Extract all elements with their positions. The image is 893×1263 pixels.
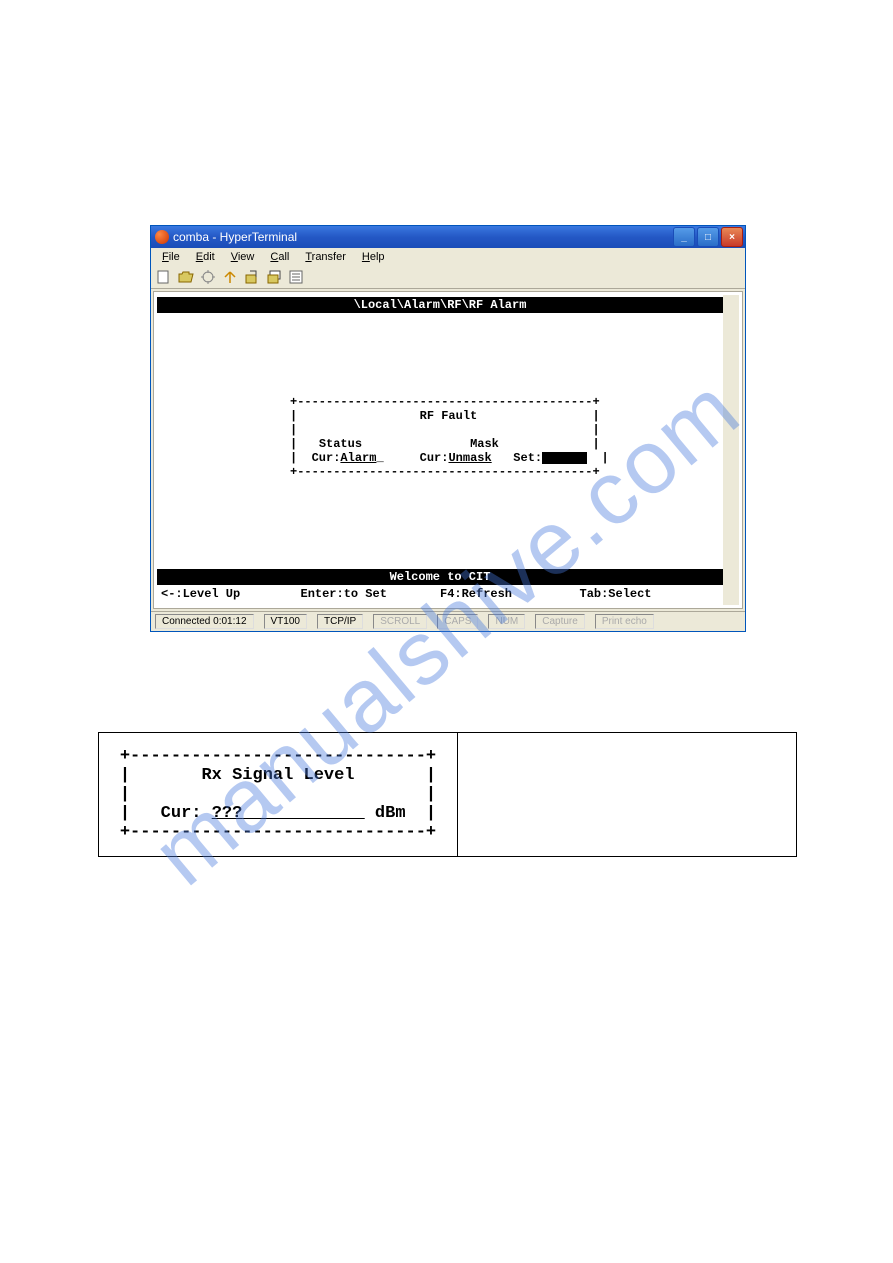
maximize-button[interactable]: □ (697, 227, 719, 247)
new-icon[interactable] (156, 269, 172, 285)
status-term: VT100 (264, 614, 307, 629)
rx-table-right (458, 733, 796, 856)
welcome-banner: Welcome to CIT (157, 569, 723, 585)
key-enter: Enter:to Set (301, 587, 441, 601)
status-label: Status (319, 437, 362, 451)
mask-cur-label: Cur: (420, 451, 449, 465)
key-levelup: <-:Level Up (161, 587, 301, 601)
status-cur-value: Alarm (340, 451, 376, 465)
toolbar (151, 266, 745, 289)
rx-cur-value: ??? (212, 804, 243, 823)
statusbar: Connected 0:01:12 VT100 TCP/IP SCROLL CA… (151, 611, 745, 631)
window-title: comba - HyperTerminal (173, 230, 673, 244)
minimize-button[interactable]: _ (673, 227, 695, 247)
key-tab: Tab:Select (580, 587, 720, 601)
mask-set-label: Set: (513, 451, 542, 465)
status-capture: Capture (535, 614, 585, 629)
properties-icon[interactable] (288, 269, 304, 285)
key-f4: F4:Refresh (440, 587, 580, 601)
hyperterminal-window: comba - HyperTerminal _ □ × File Edit Vi… (150, 225, 746, 632)
status-print: Print echo (595, 614, 654, 629)
mask-label: Mask (470, 437, 499, 451)
status-cur-label: Cur: (312, 451, 341, 465)
receive-icon[interactable] (266, 269, 282, 285)
menu-call[interactable]: Call (263, 250, 296, 264)
menu-file[interactable]: File (155, 250, 187, 264)
send-icon[interactable] (244, 269, 260, 285)
menu-view[interactable]: View (224, 250, 262, 264)
titlebar[interactable]: comba - HyperTerminal _ □ × (151, 226, 745, 248)
status-num: NUM (488, 614, 525, 629)
connect-icon[interactable] (200, 269, 216, 285)
mask-set-field[interactable] (542, 452, 587, 464)
app-icon (155, 230, 169, 244)
rx-cur-label: Cur: (161, 804, 202, 823)
status-connected: Connected 0:01:12 (155, 614, 254, 629)
status-scroll: SCROLL (373, 614, 427, 629)
rf-box-title: RF Fault (420, 409, 478, 423)
rx-table: +-----------------------------+ | Rx Sig… (98, 732, 797, 857)
menu-help[interactable]: Help (355, 250, 392, 264)
open-icon[interactable] (178, 269, 194, 285)
status-caps: CAPS (437, 614, 478, 629)
rf-fault-box: +---------------------------------------… (290, 395, 590, 479)
key-hints: <-:Level Up Enter:to Set F4:Refresh Tab:… (157, 585, 723, 603)
menu-edit[interactable]: Edit (189, 250, 222, 264)
terminal-screen[interactable]: \Local\Alarm\RF\RF Alarm +--------------… (157, 295, 739, 605)
terminal-path: \Local\Alarm\RF\RF Alarm (157, 297, 723, 313)
rx-unit: dBm (375, 804, 406, 823)
menu-transfer[interactable]: Transfer (298, 250, 353, 264)
disconnect-icon[interactable] (222, 269, 238, 285)
status-proto: TCP/IP (317, 614, 363, 629)
close-button[interactable]: × (721, 227, 743, 247)
rx-title: Rx Signal Level (201, 766, 354, 785)
menubar: File Edit View Call Transfer Help (151, 248, 745, 266)
mask-cur-value: Unmask (448, 451, 491, 465)
rx-table-left: +-----------------------------+ | Rx Sig… (99, 733, 458, 856)
